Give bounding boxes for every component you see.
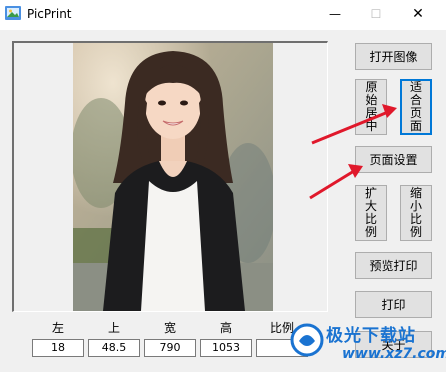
zoom-in-label: 扩大比例 (364, 186, 377, 239)
left-label: 左 (51, 321, 64, 335)
zoom-out-button[interactable]: 缩小比例 (400, 185, 432, 241)
photo-preview (73, 43, 273, 311)
open-image-button[interactable]: 打开图像 (355, 43, 432, 70)
original-center-label: 原始居中 (365, 80, 377, 133)
watermark-brand: 极光下载站 (326, 326, 416, 346)
original-center-button[interactable]: 原始居中 (355, 79, 387, 135)
watermark-logo-icon (290, 323, 324, 357)
width-input[interactable]: 790 (144, 339, 196, 357)
fit-page-label: 适合页面 (409, 80, 422, 133)
image-preview-panel (12, 41, 328, 312)
app-icon (4, 4, 22, 22)
top-label: 上 (107, 321, 120, 335)
height-label: 高 (219, 321, 232, 335)
zoom-in-button[interactable]: 扩大比例 (355, 185, 387, 241)
left-input[interactable]: 18 (32, 339, 84, 357)
minimize-button[interactable]: — (321, 4, 349, 24)
close-button[interactable]: ✕ (404, 4, 432, 24)
print-button[interactable]: 打印 (355, 291, 432, 318)
print-preview-button[interactable]: 预览打印 (355, 252, 432, 279)
fit-page-button[interactable]: 适合页面 (400, 79, 432, 135)
zoom-out-label: 缩小比例 (409, 186, 422, 239)
watermark: 极光下载站 www.xz7.com (290, 317, 446, 372)
height-input[interactable]: 1053 (200, 339, 252, 357)
window-title: PicPrint (27, 7, 72, 21)
width-label: 宽 (163, 321, 176, 335)
maximize-button[interactable]: ☐ (362, 4, 390, 24)
title-bar: PicPrint — ☐ ✕ (0, 0, 446, 30)
top-input[interactable]: 48.5 (88, 339, 140, 357)
page-setup-button[interactable]: 页面设置 (355, 146, 432, 173)
watermark-url: www.xz7.com (342, 346, 446, 362)
